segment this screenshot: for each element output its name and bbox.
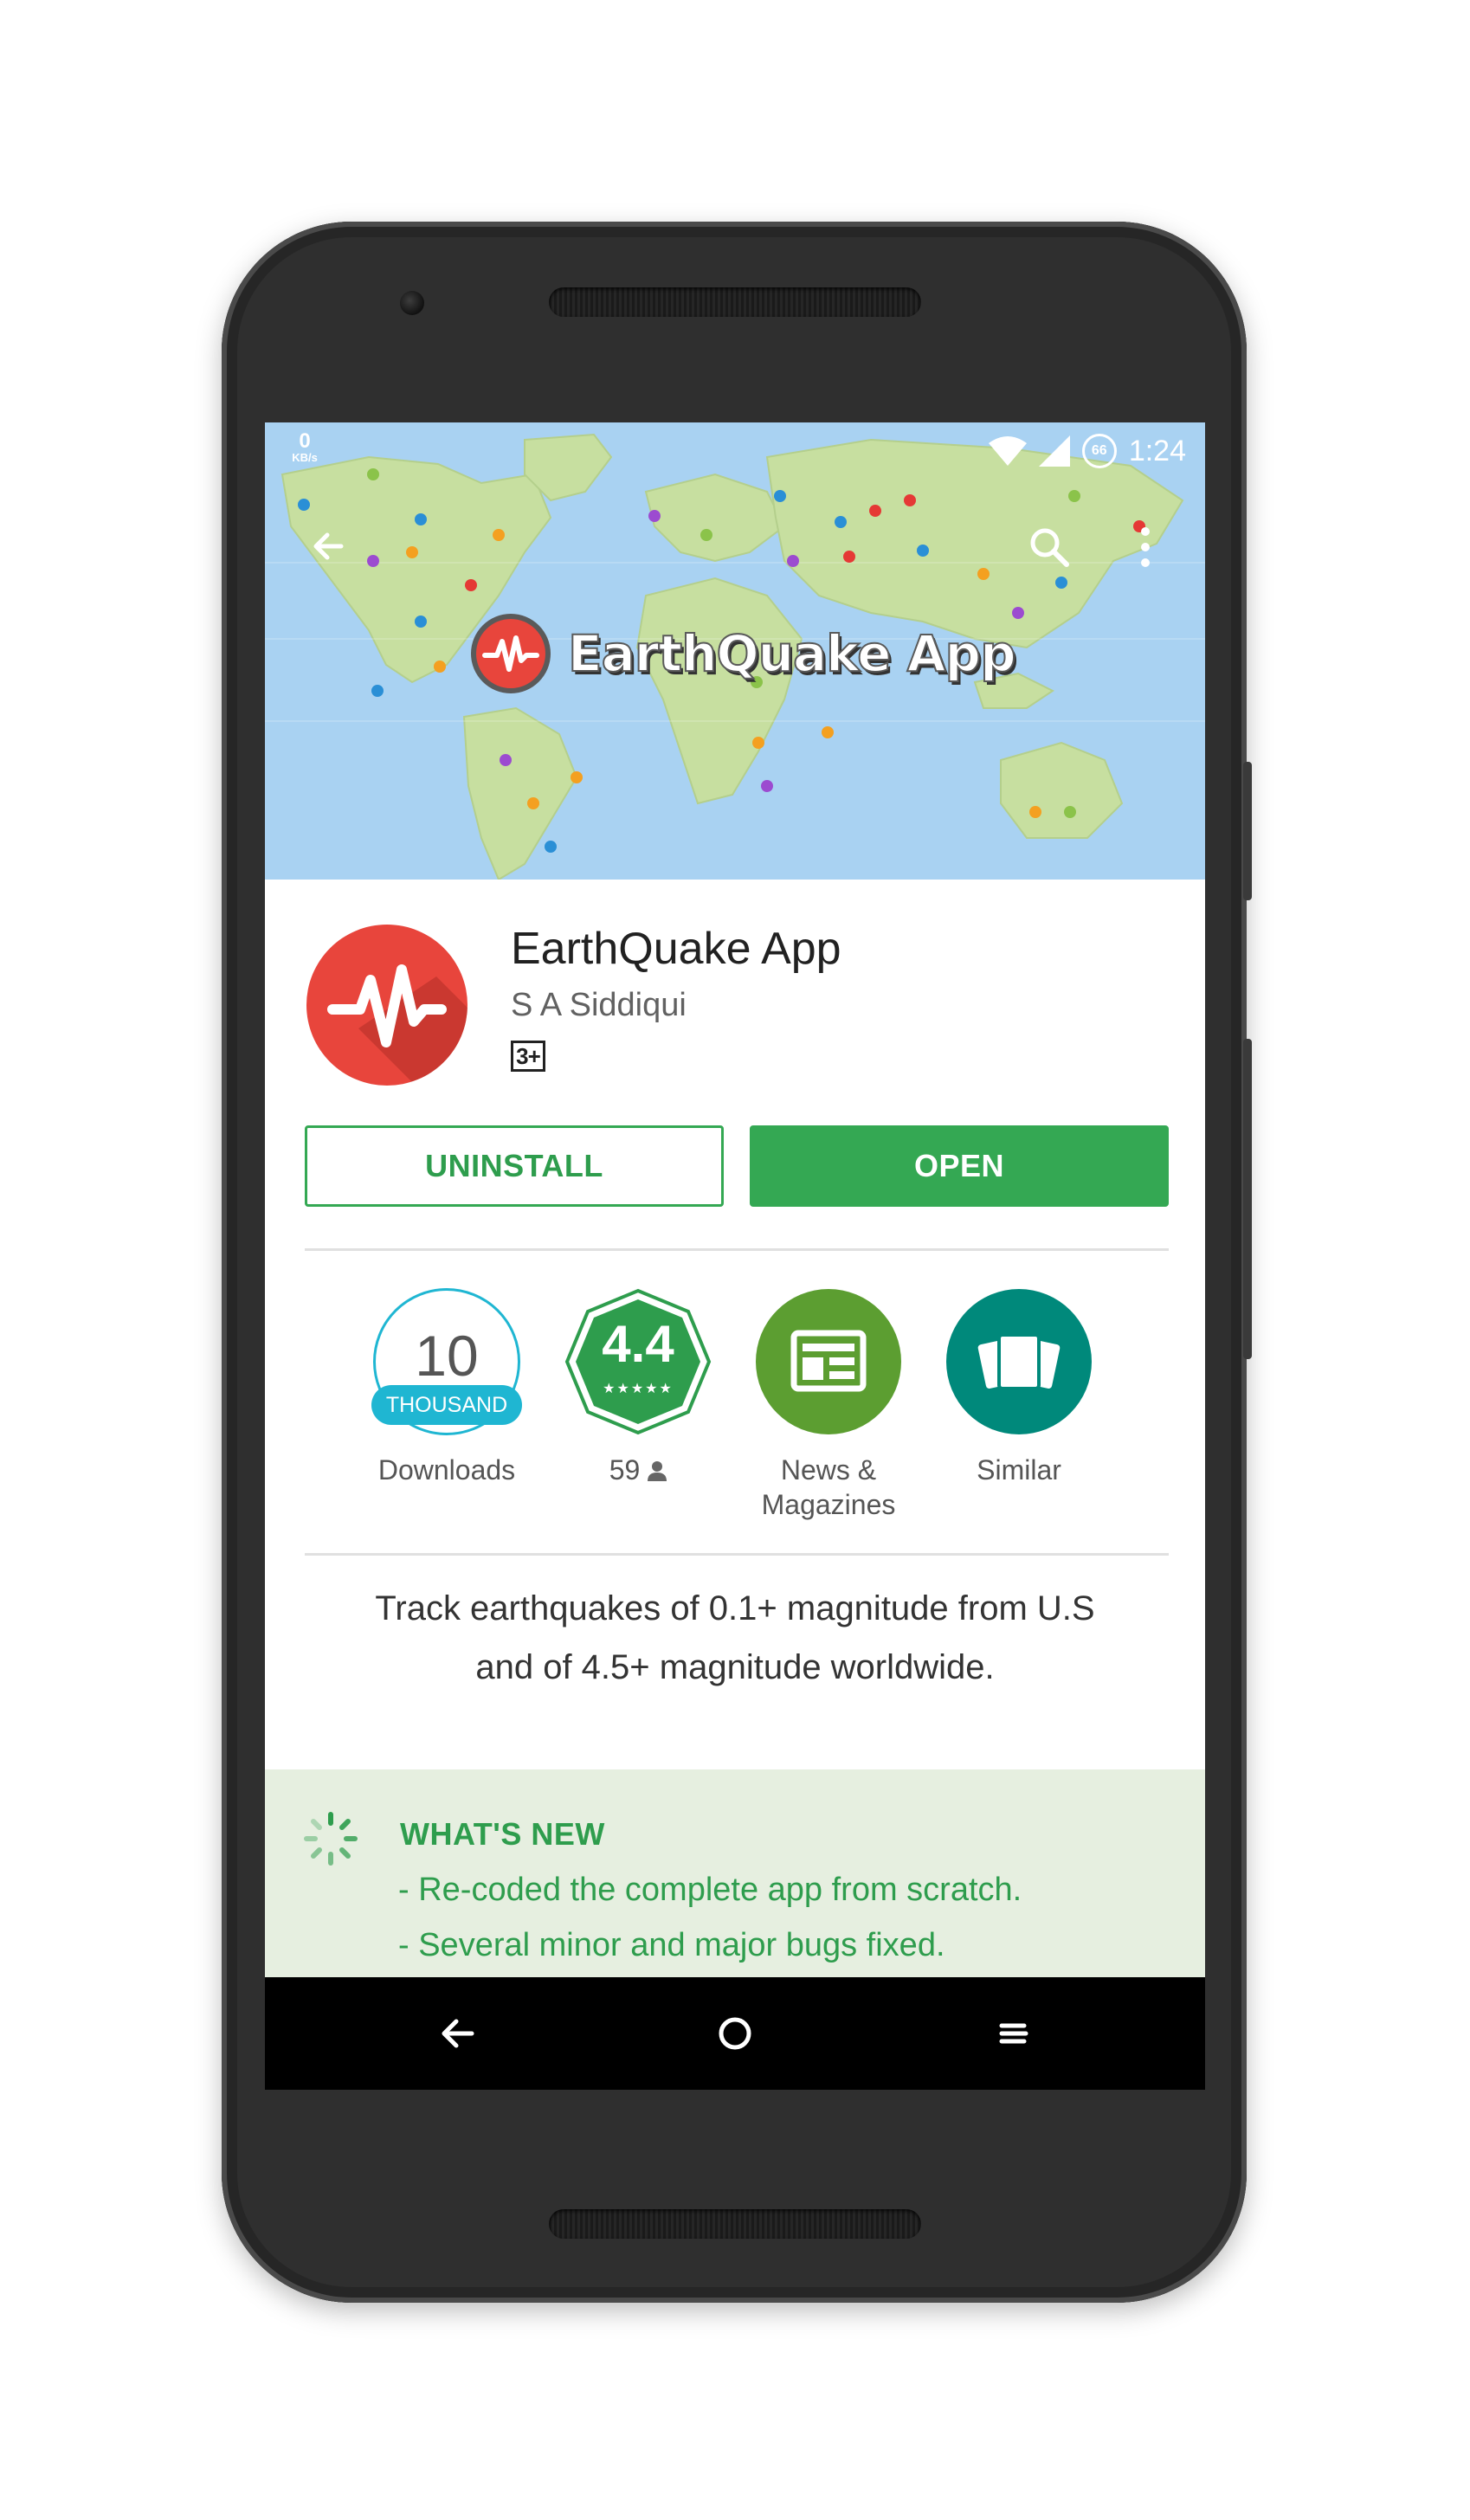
nav-home-button[interactable]: [674, 1977, 796, 2090]
clock: 1:24: [1128, 434, 1186, 467]
description-line: Track earthquakes of 0.1+ magnitude from…: [375, 1589, 1095, 1627]
similar-label: Similar: [977, 1454, 1061, 1486]
network-speed-unit: KB/s: [292, 451, 318, 464]
description-line: and of 4.5+ magnitude worldwide.: [475, 1648, 995, 1686]
more-vert-icon: [1141, 527, 1150, 567]
status-bar: 0 KB/s 66 1:24: [265, 422, 1205, 480]
category-label-line2: Magazines: [761, 1489, 896, 1520]
whats-new-item: - Several minor and major bugs fixed.: [398, 1927, 945, 1963]
status-icons: 66 1:24: [988, 429, 1186, 473]
whats-new-section[interactable]: WHAT'S NEW - Re-coded the complete app f…: [265, 1769, 1205, 1977]
divider: [305, 1553, 1169, 1556]
back-arrow-button[interactable]: [306, 525, 350, 568]
app-title: EarthQuake App: [511, 924, 841, 974]
category-label-line1: News &: [780, 1454, 877, 1486]
open-button[interactable]: OPEN: [750, 1125, 1169, 1207]
app-description[interactable]: Track earthquakes of 0.1+ magnitude from…: [300, 1579, 1170, 1697]
cards-icon: [946, 1289, 1092, 1434]
uninstall-button[interactable]: UNINSTALL: [305, 1125, 724, 1207]
home-icon: [719, 2017, 751, 2050]
cell-signal-icon: [1038, 435, 1070, 467]
banner-title: EarthQuake App: [567, 623, 1017, 684]
back-icon: [442, 2019, 474, 2048]
divider: [305, 1248, 1169, 1251]
whats-new-item: - Re-coded the complete app from scratch…: [398, 1872, 1022, 1908]
downloads-label: Downloads: [377, 1454, 516, 1486]
wifi-icon: [988, 436, 1027, 466]
battery-icon: 66: [1081, 434, 1117, 468]
screen: 0 KB/s 66 1:24 EarthQuake App EarthQuake…: [265, 422, 1205, 2090]
front-camera: [400, 291, 424, 315]
nav-recents-button[interactable]: [953, 1977, 1074, 2090]
loading-spinner-icon: [304, 1812, 358, 1866]
rating-value: 4.4: [602, 1315, 674, 1373]
downloads-unit: THOUSAND: [371, 1385, 522, 1425]
network-speed: 0 KB/s: [287, 431, 322, 464]
search-button[interactable]: [1027, 525, 1072, 570]
person-icon: [648, 1461, 667, 1481]
app-icon: [306, 925, 467, 1086]
category-label: News & Magazines: [738, 1453, 919, 1522]
downloads-number: 10: [415, 1324, 479, 1388]
similar-badge[interactable]: Similar: [928, 1288, 1110, 1487]
volume-button: [1243, 1039, 1252, 1359]
feature-banner: EarthQuake App: [469, 614, 1017, 693]
rating-badge[interactable]: 4.4 ★★★★★ 59: [547, 1288, 729, 1487]
top-speaker: [549, 287, 921, 317]
star-icon: ★★★★★: [603, 1382, 674, 1396]
rating-count: 59: [609, 1454, 641, 1486]
news-icon: [756, 1289, 901, 1434]
search-icon: [1030, 528, 1069, 567]
feature-graphic-header: 0 KB/s 66 1:24 EarthQuake App: [265, 422, 1205, 880]
recents-icon: [999, 2023, 1028, 2044]
navigation-bar: [265, 1977, 1205, 2090]
power-button: [1243, 762, 1252, 900]
nav-back-button[interactable]: [397, 1977, 518, 2090]
bottom-speaker: [549, 2209, 921, 2239]
battery-level: 66: [1091, 443, 1107, 458]
earthquake-logo-icon: [471, 614, 551, 693]
overflow-menu-button[interactable]: [1132, 521, 1158, 573]
rating-count-label: 59: [547, 1453, 729, 1487]
whats-new-title: WHAT'S NEW: [400, 1816, 605, 1852]
content-rating-badge: 3+: [511, 1041, 545, 1072]
downloads-badge: 10 THOUSAND Downloads: [356, 1288, 538, 1487]
network-speed-value: 0: [299, 429, 311, 453]
category-badge[interactable]: News & Magazines: [738, 1288, 919, 1522]
arrow-left-icon: [313, 532, 344, 560]
developer-name[interactable]: S A Siddiqui: [511, 987, 687, 1024]
